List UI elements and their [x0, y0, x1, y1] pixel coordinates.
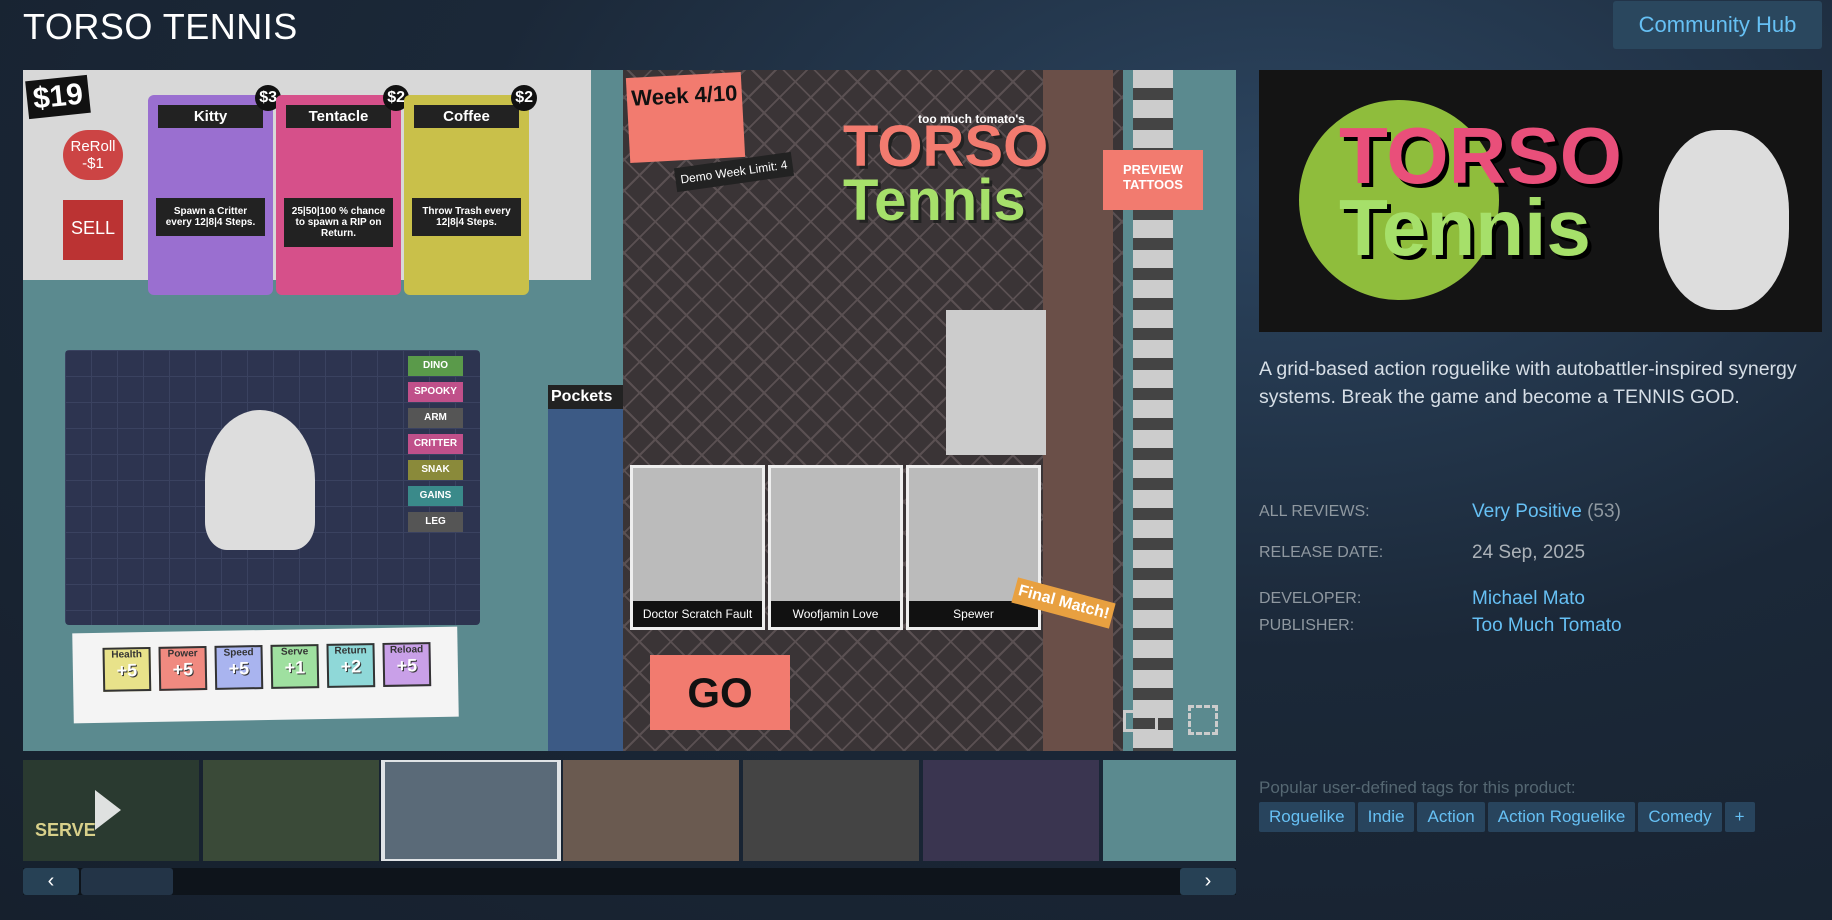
- tag-action[interactable]: Action: [1417, 802, 1485, 832]
- thumbnail[interactable]: SERVE: [23, 760, 199, 861]
- windowed-icon[interactable]: [1123, 710, 1158, 732]
- logo-line: TORSO: [843, 114, 1049, 179]
- reviews-value[interactable]: Very Positive (53): [1472, 501, 1621, 523]
- opponent-name: Spewer: [909, 601, 1038, 627]
- publisher-link[interactable]: Too Much Tomato: [1472, 615, 1622, 637]
- reroll-button[interactable]: ReRoll -$1: [63, 130, 123, 180]
- thumbnail-strip: SERVE: [23, 760, 1236, 861]
- stat-label: Serve: [280, 646, 309, 658]
- stat-value: +5: [228, 658, 250, 679]
- sell-button[interactable]: SELL: [63, 200, 123, 260]
- stat-box: Power +5: [158, 646, 208, 691]
- thumbnail[interactable]: [381, 760, 561, 861]
- stat-value: +5: [172, 659, 194, 680]
- stat-label: Speed: [223, 647, 254, 659]
- opponent-name: Doctor Scratch Fault: [633, 601, 762, 627]
- synergy-tag: ARM: [408, 408, 463, 428]
- stat-box: Serve +1: [270, 644, 320, 689]
- thumbnail[interactable]: [923, 760, 1099, 861]
- more-tags-button[interactable]: +: [1724, 802, 1755, 832]
- game-title: TORSO TENNIS: [23, 6, 298, 47]
- card-name: Coffee: [414, 105, 519, 128]
- reviews-count: (53): [1587, 501, 1621, 522]
- card-description: Spawn a Critter every 12|8|4 Steps.: [156, 198, 265, 236]
- torso-character: [205, 410, 315, 550]
- money-label: $19: [25, 74, 91, 120]
- developer-label: DEVELOPER:: [1259, 590, 1362, 607]
- tag-indie[interactable]: Indie: [1357, 802, 1415, 832]
- capsule-logo: TORSO Tennis: [1339, 111, 1623, 272]
- community-hub-button[interactable]: Community Hub: [1613, 1, 1822, 49]
- thumbnail[interactable]: [743, 760, 919, 861]
- release-date-label: RELEASE DATE:: [1259, 544, 1384, 561]
- synergy-tag: CRITTER: [408, 434, 463, 454]
- opponent-card[interactable]: Woofjamin Love: [768, 465, 903, 630]
- main-screenshot[interactable]: $19 ReRoll -$1 SELL Kitty $3 Spawn a Critt…: [23, 70, 1236, 751]
- opponent-name: Woofjamin Love: [771, 601, 900, 627]
- publisher-label: PUBLISHER:: [1259, 617, 1355, 634]
- synergy-tag: SPOOKY: [408, 382, 463, 402]
- tags-label: Popular user-defined tags for this produ…: [1259, 778, 1576, 797]
- stat-value: +2: [340, 656, 362, 677]
- shop-card[interactable]: Coffee $2 Throw Trash every 12|8|4 Steps.: [404, 85, 537, 295]
- stat-box: Health +5: [102, 647, 152, 692]
- thumbnail[interactable]: [1103, 760, 1236, 861]
- stat-value: +5: [396, 655, 418, 676]
- reviews-summary[interactable]: Very Positive: [1472, 501, 1582, 522]
- game-description: A grid-based action roguelike with autob…: [1259, 358, 1797, 408]
- synergy-tag: SNAK: [408, 460, 463, 480]
- stat-value: +5: [116, 660, 138, 681]
- logo-line: TORSO: [1339, 111, 1623, 200]
- synergy-tag: LEG: [408, 512, 463, 532]
- card-description: 25|50|100 % chance to spawn a RIP on Ret…: [284, 198, 393, 247]
- shop-card[interactable]: Kitty $3 Spawn a Critter every 12|8|4 Step…: [148, 85, 281, 295]
- tag-list: Roguelike Indie Action Action Roguelike Come…: [1259, 802, 1755, 832]
- thumbnail-label: SERVE: [35, 820, 96, 840]
- opponent-card[interactable]: Spewer: [906, 465, 1041, 630]
- card-name: Kitty: [158, 105, 263, 128]
- stats-note: Health +5 Power +5 Speed +5 Serve +1 Return +2 Rel…: [72, 626, 459, 724]
- stat-box: Speed +5: [214, 645, 264, 690]
- fullscreen-icon[interactable]: [1188, 705, 1218, 735]
- card-price: $2: [511, 85, 537, 111]
- tag-action-roguelike[interactable]: Action Roguelike: [1487, 802, 1636, 832]
- thumbnail[interactable]: [563, 760, 739, 861]
- reviews-label: ALL REVIEWS:: [1259, 503, 1370, 520]
- thumbnail[interactable]: [203, 760, 379, 861]
- game-logo: TORSO Tennis: [843, 114, 1049, 233]
- stat-value: +1: [284, 657, 306, 678]
- tag-comedy[interactable]: Comedy: [1638, 802, 1722, 832]
- stat-label: Health: [111, 649, 143, 661]
- scroll-left-button[interactable]: ‹: [23, 868, 79, 895]
- go-button[interactable]: GO: [650, 655, 790, 730]
- torso-face: [1659, 130, 1789, 310]
- developer-link[interactable]: Michael Mato: [1472, 588, 1585, 610]
- stat-box: Return +2: [326, 643, 376, 688]
- shop-card[interactable]: Tentacle $2 25|50|100 % chance to spawn a …: [276, 85, 409, 295]
- logo-line: Tennis: [1339, 183, 1591, 272]
- player-card: [946, 310, 1046, 455]
- stat-label: Power: [167, 648, 198, 660]
- header-capsule: TORSO Tennis: [1259, 70, 1822, 332]
- card-name: Tentacle: [286, 105, 391, 128]
- synergy-tag: GAINS: [408, 486, 463, 506]
- release-date-value: 24 Sep, 2025: [1472, 542, 1586, 563]
- tag-roguelike[interactable]: Roguelike: [1259, 802, 1355, 832]
- card-description: Throw Trash every 12|8|4 Steps.: [412, 198, 521, 236]
- thumbnail-scrollbar[interactable]: ‹ ›: [23, 868, 1236, 895]
- play-icon: [95, 790, 121, 830]
- scroll-right-button[interactable]: ›: [1180, 868, 1236, 895]
- stat-box: Reload +5: [382, 642, 432, 687]
- logo-line: Tennis: [843, 168, 1026, 233]
- stat-label: Return: [334, 645, 367, 657]
- preview-tattoos-button[interactable]: PREVIEW TATTOOS: [1103, 150, 1203, 210]
- synergy-tag: DINO: [408, 356, 463, 376]
- opponent-card[interactable]: Doctor Scratch Fault: [630, 465, 765, 630]
- stat-label: Reload: [389, 644, 424, 656]
- scrollbar-thumb[interactable]: [81, 868, 173, 895]
- week-counter: Week 4/10: [625, 72, 746, 163]
